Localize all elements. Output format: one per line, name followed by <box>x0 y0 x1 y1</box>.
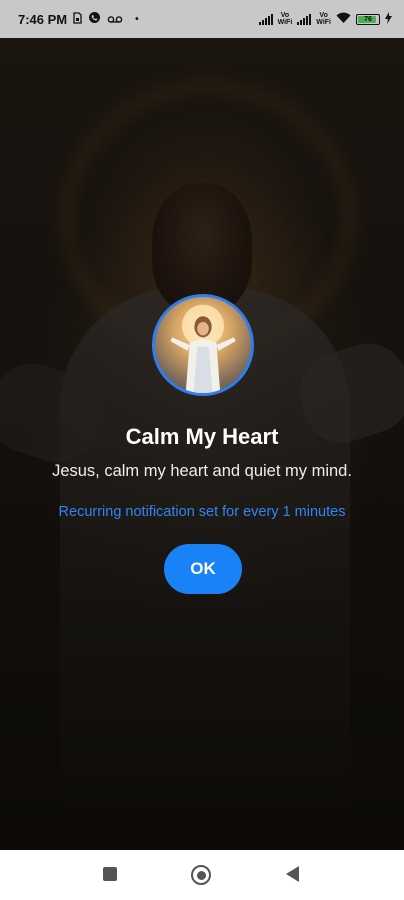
charging-icon <box>385 12 392 26</box>
voicemail-icon <box>107 12 123 27</box>
jesus-figure-icon <box>170 304 236 393</box>
status-dot: • <box>135 13 139 25</box>
battery-level: 76 <box>364 15 372 23</box>
wifi-icon <box>336 12 351 26</box>
cell-signal-icon-2 <box>297 13 312 25</box>
home-button[interactable] <box>191 865 211 885</box>
cell-signal-icon <box>258 13 273 25</box>
dialog-title: Calm My Heart <box>125 424 279 449</box>
status-right: Vo WiFi Vo WiFi 76 <box>258 12 392 26</box>
jesus-avatar-image <box>152 294 254 396</box>
back-button[interactable] <box>286 866 299 882</box>
dialog-message: Jesus, calm my heart and quiet my mind. <box>52 462 352 480</box>
recurring-notice: Recurring notification set for every 1 m… <box>58 504 346 520</box>
home-dot-icon <box>196 870 206 880</box>
whatsapp-icon <box>88 11 101 27</box>
battery-icon: 76 <box>356 13 380 25</box>
status-bar: 7:46 PM • Vo WiFi Vo WiFi 76 <box>0 0 404 38</box>
status-time: 7:46 PM <box>18 11 68 27</box>
status-left: 7:46 PM • <box>18 11 139 27</box>
recents-button[interactable] <box>103 867 117 881</box>
system-nav-bar <box>0 850 404 900</box>
ok-button[interactable]: OK <box>164 544 242 594</box>
sim-icon <box>73 11 82 27</box>
vowifi-label-1: Vo WiFi <box>277 12 293 26</box>
vowifi-label-2: Vo WiFi <box>316 12 331 26</box>
